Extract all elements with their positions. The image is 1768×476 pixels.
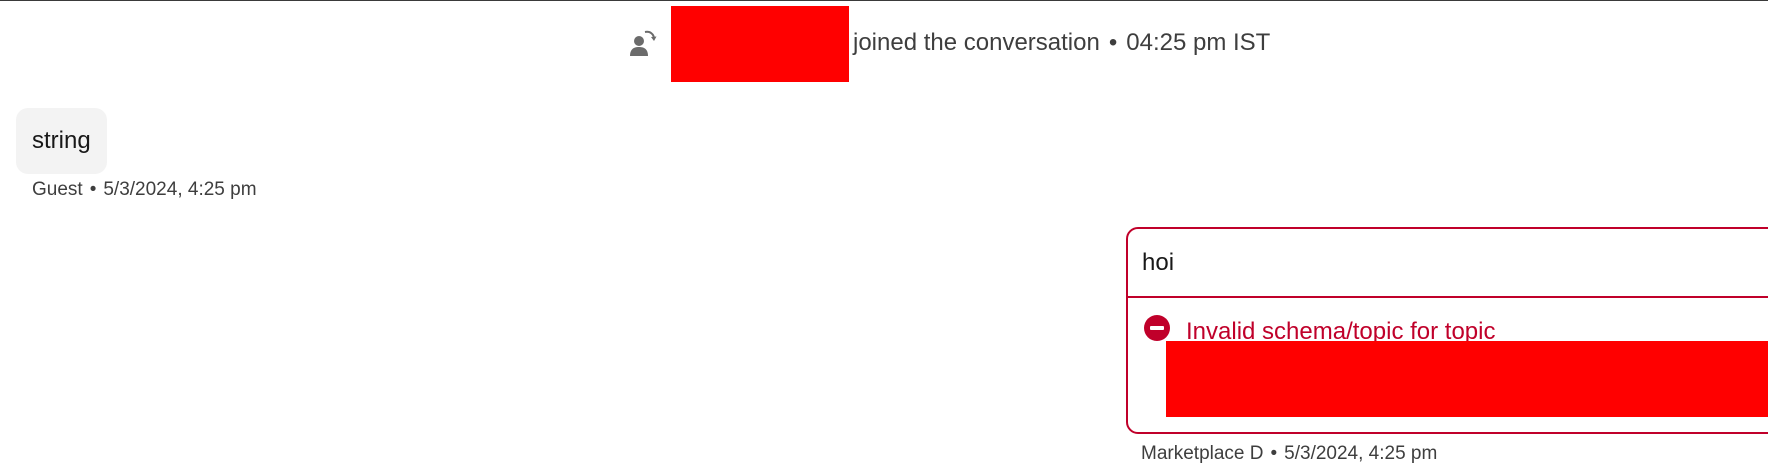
join-text: joined the conversation [853, 29, 1100, 56]
message-text: hoi [1142, 249, 1175, 276]
chat-transcript: joined the conversation • 04:25 pm IST s… [0, 0, 1768, 476]
join-separator: • [1108, 29, 1118, 56]
agent-transfer-icon [625, 25, 661, 61]
outgoing-message-meta: Marketplace D • 5/3/2024, 4:25 pm [1141, 443, 1437, 465]
redacted-agent-name [671, 6, 849, 82]
join-event: joined the conversation • 04:25 pm IST [625, 3, 1270, 83]
error-divider [1128, 296, 1768, 298]
message-text: string [32, 127, 91, 154]
incoming-message-bubble[interactable]: string [16, 108, 107, 174]
meta-separator: • [1270, 443, 1278, 464]
message-timestamp: 5/3/2024, 4:25 pm [1284, 443, 1438, 464]
error-minus-circle-icon [1144, 315, 1170, 341]
message-timestamp: 5/3/2024, 4:25 pm [103, 179, 257, 200]
message-sender: Marketplace D [1141, 443, 1264, 464]
outgoing-message-bubble[interactable]: hoi Invalid schema/topic for topic [1126, 227, 1768, 434]
incoming-message-meta: Guest • 5/3/2024, 4:25 pm [32, 179, 257, 201]
message-sender: Guest [32, 179, 83, 200]
redacted-error-detail [1166, 341, 1768, 417]
join-time: 04:25 pm IST [1126, 29, 1271, 56]
meta-separator: • [89, 179, 97, 200]
